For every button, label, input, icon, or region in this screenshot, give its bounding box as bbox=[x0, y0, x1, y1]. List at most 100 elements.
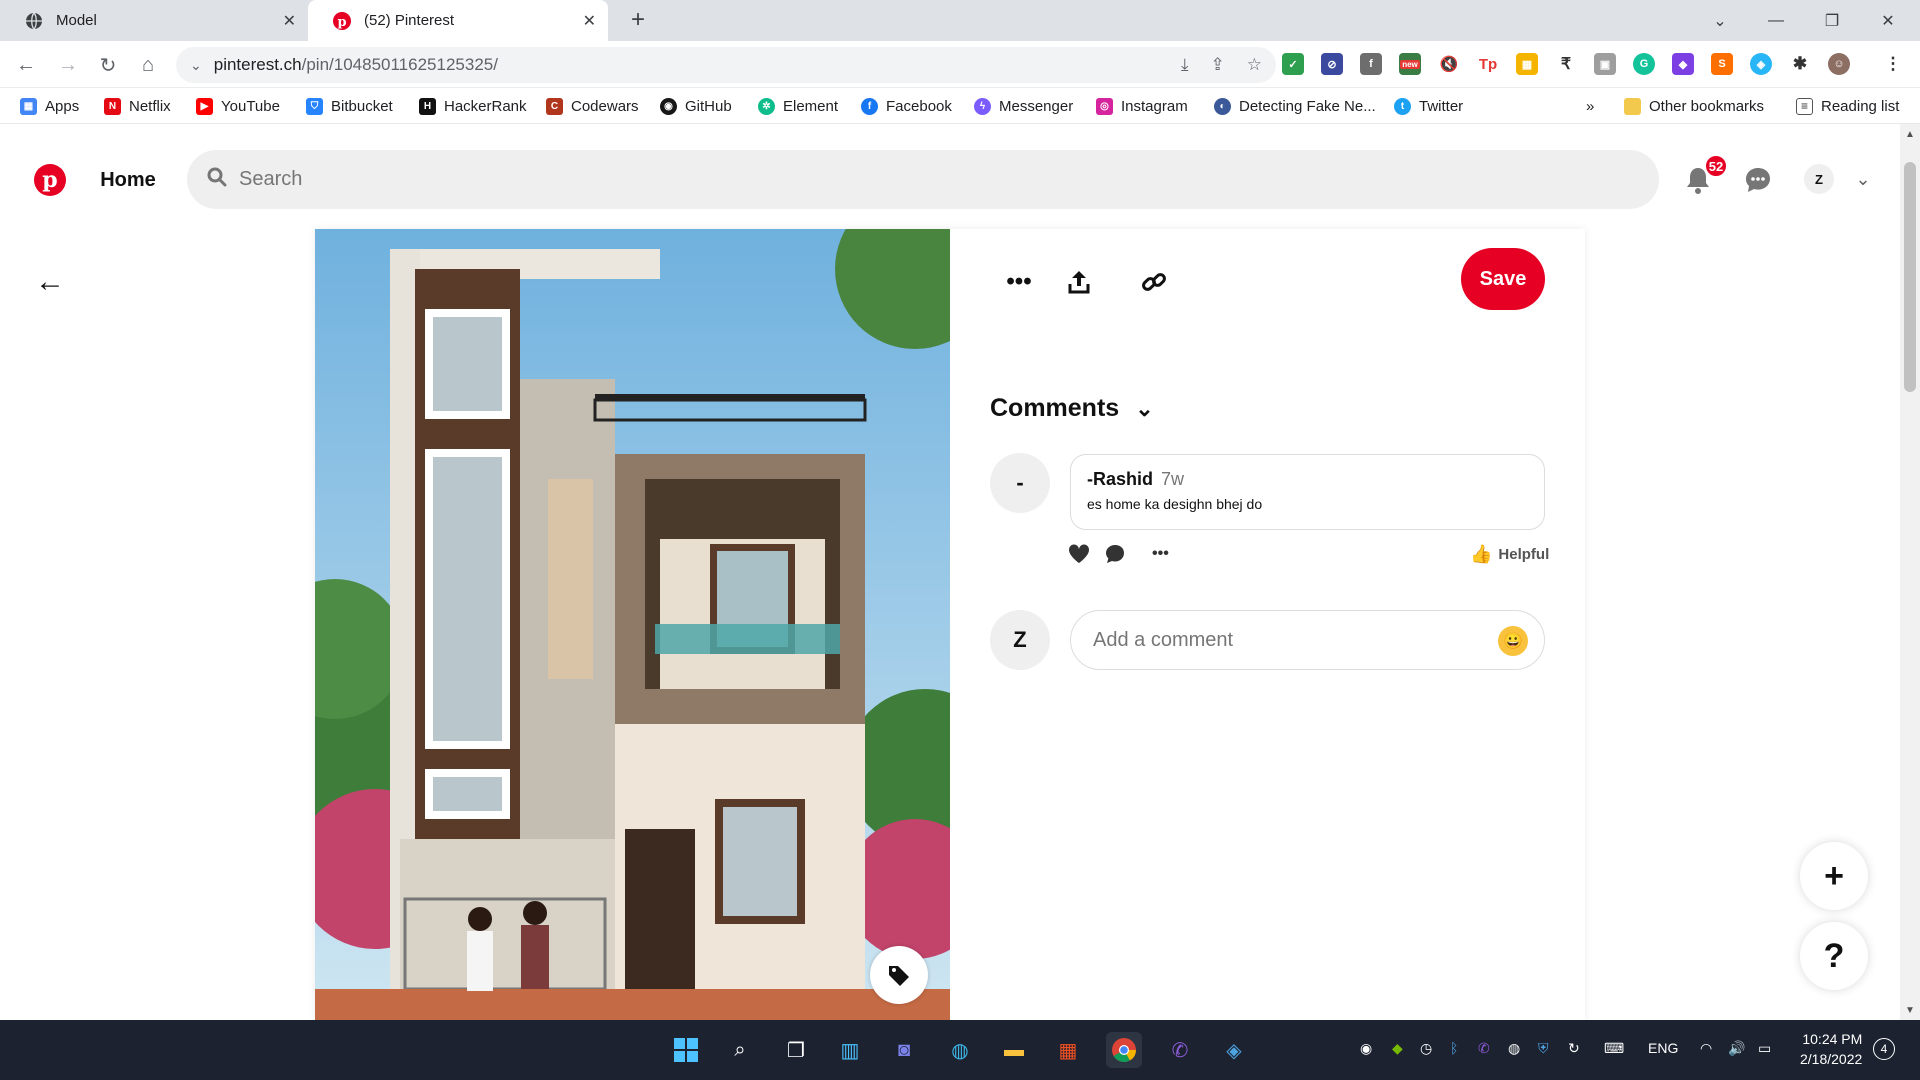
bookmark-messenger[interactable]: ϟ Messenger bbox=[974, 94, 1073, 118]
purple-extension-icon[interactable]: ◆ bbox=[1672, 53, 1694, 75]
bookmark-facebook[interactable]: f Facebook bbox=[861, 94, 952, 118]
like-heart-icon[interactable] bbox=[1068, 540, 1090, 568]
helpful-button[interactable]: 👍 Helpful bbox=[1470, 544, 1549, 565]
chevron-down-icon[interactable]: ⌄ bbox=[1135, 396, 1153, 422]
copy-link-icon[interactable] bbox=[1130, 258, 1178, 306]
security-shield-icon[interactable]: ⛨ bbox=[1538, 1040, 1549, 1057]
sketchup-icon[interactable]: ◈ bbox=[1216, 1032, 1252, 1068]
scroll-up-arrow-icon[interactable]: ▲ bbox=[1900, 124, 1920, 144]
viber-tray-icon[interactable]: ✆ bbox=[1478, 1040, 1490, 1057]
clock-app-icon[interactable]: ◷ bbox=[1420, 1040, 1432, 1057]
battery-icon[interactable]: ▭ bbox=[1758, 1040, 1771, 1057]
rupee-extension-icon[interactable]: ₹ bbox=[1555, 53, 1577, 75]
reload-icon[interactable]: ↻ bbox=[92, 49, 124, 81]
bluetooth-icon[interactable]: ᛒ bbox=[1450, 1040, 1458, 1056]
bookmark-bitbucket[interactable]: ⛉ Bitbucket bbox=[306, 94, 393, 118]
comments-heading[interactable]: Comments ⌄ bbox=[990, 394, 1154, 423]
tab-search-icon[interactable]: ⌄ bbox=[1692, 0, 1748, 41]
tray-app-icon[interactable]: ◉ bbox=[1360, 1040, 1372, 1057]
help-button[interactable]: ? bbox=[1800, 922, 1868, 990]
search-input[interactable]: Search bbox=[187, 150, 1659, 209]
color-extension-icon[interactable]: ▦ bbox=[1516, 53, 1538, 75]
shield-extension-icon[interactable]: ✓ bbox=[1282, 53, 1304, 75]
keyboard-icon[interactable]: ⌨ bbox=[1604, 1040, 1624, 1057]
chrome-icon[interactable] bbox=[1106, 1032, 1142, 1068]
puzzle-gray-extension-icon[interactable]: ▣ bbox=[1594, 53, 1616, 75]
back-icon[interactable]: ← bbox=[10, 49, 42, 81]
comment-author[interactable]: -Rashid bbox=[1087, 469, 1153, 489]
bookmarks-overflow-button[interactable]: » bbox=[1586, 94, 1594, 118]
bookmark-netflix[interactable]: N Netflix bbox=[104, 94, 171, 118]
grammarly-icon[interactable]: G bbox=[1633, 53, 1655, 75]
commenter-avatar[interactable]: - bbox=[990, 453, 1050, 513]
tp-extension-icon[interactable]: Tp bbox=[1477, 53, 1499, 75]
emoji-picker-icon[interactable]: 😀 bbox=[1498, 626, 1528, 656]
search-icon[interactable]: ⌕ bbox=[722, 1032, 758, 1068]
browser-menu-icon[interactable]: ⋮ bbox=[1882, 53, 1904, 75]
bookmark-twitter[interactable]: t Twitter bbox=[1394, 94, 1463, 118]
viber-icon[interactable]: ✆ bbox=[1162, 1032, 1198, 1068]
notification-center-badge[interactable]: 4 bbox=[1873, 1038, 1895, 1060]
system-clock[interactable]: 10:24 PM 2/18/2022 bbox=[1800, 1029, 1862, 1069]
close-window-button[interactable]: ✕ bbox=[1860, 0, 1916, 41]
more-options-icon[interactable]: ••• bbox=[995, 258, 1043, 306]
mute-tab-icon[interactable]: 🔇 bbox=[1438, 53, 1460, 75]
comment-more-icon[interactable]: ••• bbox=[1152, 540, 1169, 568]
edge-icon[interactable]: ◍ bbox=[942, 1032, 978, 1068]
bookmark-codewars[interactable]: C Codewars bbox=[546, 94, 639, 118]
messages-icon[interactable] bbox=[1740, 162, 1776, 198]
facebook-extension-icon[interactable]: f bbox=[1360, 53, 1382, 75]
my-avatar[interactable]: Z bbox=[990, 610, 1050, 670]
bookmark-apps[interactable]: ▦ Apps bbox=[20, 94, 79, 118]
tag-icon[interactable] bbox=[870, 946, 928, 1004]
orange-extension-icon[interactable]: S bbox=[1711, 53, 1733, 75]
language-indicator[interactable]: ENG bbox=[1648, 1040, 1678, 1056]
bookmark-youtube[interactable]: ▶ YouTube bbox=[196, 94, 280, 118]
profile-avatar-icon[interactable]: ☺ bbox=[1828, 53, 1850, 75]
address-bar[interactable]: ⌄ pinterest.ch/pin/10485011625125325/ ⤓ … bbox=[176, 47, 1276, 83]
reply-bubble-icon[interactable] bbox=[1104, 540, 1126, 568]
avatar[interactable]: Z bbox=[1804, 164, 1834, 194]
bookmark-github[interactable]: ◉ GitHub bbox=[660, 94, 732, 118]
bookmark-element[interactable]: ✲ Element bbox=[758, 94, 838, 118]
save-button[interactable]: Save bbox=[1461, 248, 1545, 310]
minimize-button[interactable]: — bbox=[1748, 0, 1804, 41]
tab-pinterest[interactable]: p (52) Pinterest ✕ bbox=[308, 0, 608, 41]
bookmark-star-icon[interactable]: ☆ bbox=[1247, 55, 1262, 75]
bookmark-detecting-fake-news[interactable]: ◐ Detecting Fake Ne... bbox=[1214, 94, 1376, 118]
task-view-icon[interactable]: ❐ bbox=[778, 1032, 814, 1068]
volume-icon[interactable]: 🔊 bbox=[1728, 1040, 1745, 1057]
other-bookmarks[interactable]: Other bookmarks bbox=[1624, 94, 1764, 118]
back-arrow-icon[interactable]: ← bbox=[30, 262, 70, 302]
chevron-down-icon[interactable]: ⌄ bbox=[1848, 164, 1878, 194]
home-button[interactable]: Home bbox=[88, 152, 168, 208]
bookmark-hackerrank[interactable]: H HackerRank bbox=[419, 94, 527, 118]
extensions-puzzle-icon[interactable]: ✱ bbox=[1789, 53, 1811, 75]
microsoft-store-icon[interactable]: ▦ bbox=[1050, 1032, 1086, 1068]
share-icon[interactable]: ⇪ bbox=[1211, 55, 1225, 75]
bookmark-instagram[interactable]: ◎ Instagram bbox=[1096, 94, 1188, 118]
new-tab-button[interactable]: + bbox=[624, 6, 652, 34]
scrollbar-thumb[interactable] bbox=[1904, 162, 1916, 392]
site-info-icon[interactable]: ⌄ bbox=[190, 57, 202, 74]
close-tab-icon[interactable]: ✕ bbox=[583, 11, 596, 31]
close-tab-icon[interactable]: ✕ bbox=[283, 11, 296, 31]
home-icon[interactable]: ⌂ bbox=[132, 49, 164, 81]
tab-model[interactable]: Model ✕ bbox=[0, 0, 308, 41]
create-plus-button[interactable]: + bbox=[1800, 842, 1868, 910]
add-comment-input[interactable]: Add a comment bbox=[1070, 610, 1545, 670]
pinterest-logo-icon[interactable]: p bbox=[34, 164, 66, 196]
page-scrollbar[interactable]: ▲ ▼ bbox=[1900, 124, 1920, 1020]
widgets-icon[interactable]: ▥ bbox=[832, 1032, 868, 1068]
windows-start-icon[interactable] bbox=[668, 1032, 704, 1068]
forward-icon[interactable]: → bbox=[52, 49, 84, 81]
maximize-button[interactable]: ❐ bbox=[1804, 0, 1860, 41]
pin-image[interactable] bbox=[315, 229, 950, 1020]
reading-list[interactable]: ≡ Reading list bbox=[1796, 94, 1899, 118]
teams-chat-icon[interactable]: ◙ bbox=[886, 1032, 922, 1068]
share-upload-icon[interactable] bbox=[1055, 258, 1103, 306]
nvidia-icon[interactable]: ◆ bbox=[1392, 1040, 1403, 1057]
scroll-down-arrow-icon[interactable]: ▼ bbox=[1900, 1000, 1920, 1020]
file-explorer-icon[interactable]: ▬ bbox=[996, 1032, 1032, 1068]
chrome-tray-icon[interactable]: ◍ bbox=[1508, 1040, 1520, 1057]
